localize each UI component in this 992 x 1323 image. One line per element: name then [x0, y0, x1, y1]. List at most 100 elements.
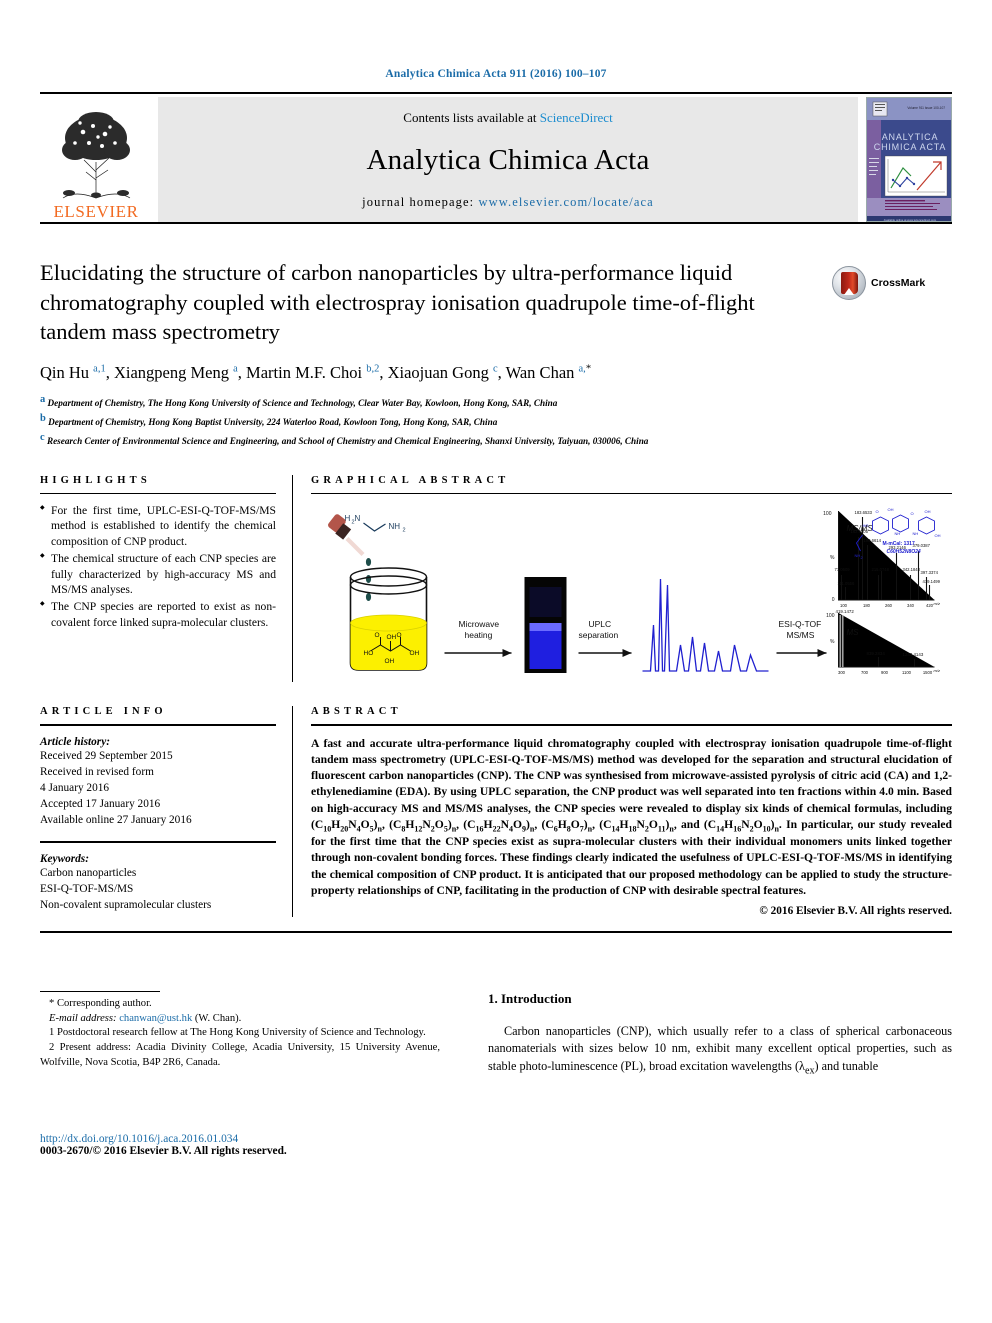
svg-text:O: O [876, 509, 879, 514]
contents-line: Contents lists available at ScienceDirec… [403, 110, 612, 126]
svg-text:162.6605: 162.6605 [851, 529, 869, 534]
history-accepted: Accepted 17 January 2016 [40, 797, 161, 810]
list-item: The chemical structure of each CNP speci… [40, 551, 276, 598]
doi-link[interactable]: http://dx.doi.org/10.1016/j.aca.2016.01.… [40, 1133, 287, 1145]
svg-text:340: 340 [907, 603, 915, 608]
homepage-prefix: journal homepage: [362, 195, 479, 209]
svg-text:O: O [397, 632, 402, 639]
svg-text:MS: MS [847, 628, 860, 637]
svg-text:180: 180 [863, 603, 871, 608]
svg-text:Available online at www.scienc: Available online at www.sciencedirect.co… [884, 218, 937, 222]
svg-text:420: 420 [926, 603, 934, 608]
journal-homepage-line: journal homepage: www.elsevier.com/locat… [362, 195, 654, 210]
article-history-label: Article history: [40, 735, 110, 748]
keyword-item: Carbon nanoparticles [40, 866, 137, 879]
crossmark-label: CrossMark [871, 277, 926, 289]
svg-text:OH: OH [935, 533, 941, 538]
svg-text:%: % [830, 639, 835, 645]
affiliation-text-a: Department of Chemistry, The Hong Kong U… [47, 398, 558, 409]
corresponding-author-note: * Corresponding author. [49, 998, 152, 1010]
email-note: E-mail address: chanwan@ust.hk (W. Chan)… [40, 1012, 440, 1027]
column-divider [292, 474, 293, 682]
masthead-center: Contents lists available at ScienceDirec… [158, 97, 858, 222]
abstract-heading: ABSTRACT [311, 705, 402, 717]
svg-text:NH: NH [855, 553, 861, 558]
article-info-heading: ARTICLE INFO [40, 705, 167, 717]
svg-text:C60H52N8O24: C60H52N8O24 [887, 549, 921, 555]
journal-cover-thumbnail[interactable]: Volume 911 Issue 100-107 ANALYTICA CHIMI… [866, 97, 952, 222]
highlights-column: HIGHLIGHTS For the first time, UPLC-ESI-… [40, 475, 292, 682]
history-online: Available online 27 January 2016 [40, 813, 192, 826]
footnote-2: 2 Present address: Acadia Divinity Colle… [40, 1041, 440, 1068]
email-suffix: (W. Chan). [194, 1012, 242, 1024]
footnote-rule [40, 991, 160, 993]
msms-spectrum: 100 % 0 MS/MS 71.0609111.0556 162.660518… [823, 510, 940, 608]
svg-text:100: 100 [826, 613, 835, 619]
keyword-item: ESI-Q-TOF-MS/MS [40, 882, 134, 895]
list-item: For the first time, UPLC-ESI-Q-TOF-MS/MS… [40, 503, 276, 550]
svg-text:0: 0 [832, 597, 835, 603]
svg-text:separation: separation [579, 630, 619, 640]
email-link[interactable]: chanwan@ust.hk [119, 1013, 192, 1024]
list-item: The CNP species are reported to exist as… [40, 599, 276, 631]
affiliation-text-b: Department of Chemistry, Hong Kong Bapti… [48, 416, 498, 427]
graphical-abstract-column: GRAPHICAL ABSTRACT H 2 N NH 2 HO OH OH O… [311, 475, 952, 682]
highlights-rule [40, 492, 276, 494]
svg-text:1243.4143: 1243.4143 [903, 652, 924, 657]
svg-text:NH: NH [895, 531, 901, 536]
footer-columns: * Corresponding author. E-mail address: … [40, 991, 952, 1157]
svg-text:m/z: m/z [934, 601, 940, 606]
svg-text:ANALYTICA: ANALYTICA [882, 132, 939, 142]
elsevier-logo[interactable]: ELSEVIER [40, 97, 152, 222]
svg-text:N: N [355, 514, 361, 523]
info-abstract-band: ARTICLE INFO Article history: Received 2… [40, 705, 952, 918]
svg-text:O: O [375, 632, 380, 639]
article-info-column: ARTICLE INFO Article history: Received 2… [40, 706, 292, 917]
svg-text:O: O [911, 511, 914, 516]
svg-text:MS/MS: MS/MS [787, 630, 815, 640]
sciencedirect-link[interactable]: ScienceDirect [540, 110, 613, 125]
svg-text:1100: 1100 [902, 670, 912, 675]
email-label: E-mail address: [49, 1012, 117, 1024]
svg-text:397.3374: 397.3374 [921, 570, 939, 575]
keyword-item: Non-covalent supramolecular clusters [40, 898, 212, 911]
svg-text:419.1499: 419.1499 [923, 579, 941, 584]
arrow-esi: ESI-Q-TOF MS/MS [776, 619, 827, 657]
affiliation-c: c Research Center of Environmental Scien… [40, 430, 952, 449]
introduction-column: 1. Introduction Carbon nanoparticles (CN… [470, 991, 952, 1079]
svg-text:OH: OH [385, 658, 395, 665]
svg-text:OH: OH [387, 634, 397, 641]
arrow-uplc: UPLC separation [578, 619, 632, 657]
masthead-bottom-rule [40, 222, 952, 224]
svg-text:HO: HO [863, 523, 869, 528]
svg-text:700: 700 [861, 670, 869, 675]
abstract-copyright: © 2016 Elsevier B.V. All rights reserved… [759, 905, 952, 918]
svg-text:260: 260 [885, 603, 893, 608]
abstract-rule [311, 723, 952, 726]
svg-text:419.1472: 419.1472 [836, 609, 855, 614]
svg-text:M-mCal: 1317: M-mCal: 1317 [883, 541, 915, 547]
svg-text:900: 900 [881, 670, 889, 675]
svg-text:111.0556: 111.0556 [838, 581, 856, 586]
abstract-body: A fast and accurate ultra-performance li… [311, 736, 953, 897]
svg-text:heating: heating [465, 630, 493, 640]
crossmark-badge[interactable]: CrossMark [832, 262, 950, 304]
highlights-heading: HIGHLIGHTS [40, 474, 151, 486]
affiliation-mark-b: b [40, 412, 46, 424]
svg-text:190.6614: 190.6614 [864, 538, 882, 543]
abstract-column: ABSTRACT A fast and accurate ultra-perfo… [311, 706, 952, 917]
svg-text:UPLC: UPLC [589, 619, 612, 629]
affiliation-mark-c: c [40, 431, 45, 443]
journal-homepage-link[interactable]: www.elsevier.com/locate/aca [478, 195, 653, 209]
graphical-abstract-figure: H 2 N NH 2 HO OH OHOH O O Microwave heat… [328, 507, 941, 675]
uplc-chromatogram [642, 578, 769, 672]
svg-text:215.0748: 215.0748 [872, 567, 890, 572]
page-title: Elucidating the structure of carbon nano… [40, 260, 755, 345]
ms-spectrum: 100 % MS 419.1472 839.2834 1243.4143 300… [826, 609, 940, 675]
introduction-paragraph: Carbon nanoparticles (CNP), which usuall… [488, 1024, 952, 1077]
graphical-abstract-rule [311, 492, 952, 494]
elsevier-wordmark: ELSEVIER [53, 202, 139, 221]
affiliation-mark-a: a [40, 394, 46, 406]
highlights-graphical-band: HIGHLIGHTS For the first time, UPLC-ESI-… [40, 474, 952, 682]
svg-text:342.1848: 342.1848 [903, 567, 921, 572]
